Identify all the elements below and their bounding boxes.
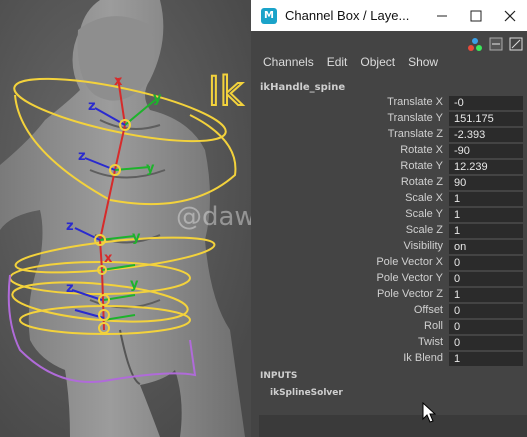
close-button[interactable] xyxy=(493,0,527,31)
channel-value-field[interactable]: 1 xyxy=(449,192,523,206)
menu-edit[interactable]: Edit xyxy=(327,55,348,75)
minimize-button[interactable] xyxy=(425,0,459,31)
viewport-3d[interactable]: y y y y z z z z x x Ik @dawn_arc xyxy=(0,0,251,437)
channel-row[interactable]: Translate Z -2.393 xyxy=(251,128,527,143)
channel-value-field[interactable]: 90 xyxy=(449,176,523,190)
channel-label[interactable]: Scale Z xyxy=(406,224,443,236)
node-name[interactable]: ikHandle_spine xyxy=(260,82,345,93)
channel-row[interactable]: Translate X -0 xyxy=(251,96,527,111)
z-label-3: z xyxy=(66,219,74,234)
channel-label[interactable]: Ik Blend xyxy=(403,352,443,364)
channel-label[interactable]: Translate Z xyxy=(388,128,443,140)
x-label-2: x xyxy=(104,251,113,266)
z-label-4: z xyxy=(66,281,74,296)
channel-row[interactable]: Scale Z 1 xyxy=(251,224,527,239)
channel-box-icon[interactable] xyxy=(467,36,483,55)
channel-label[interactable]: Offset xyxy=(414,304,443,316)
channel-label[interactable]: Rotate X xyxy=(400,144,443,156)
channel-row[interactable]: Scale Y 1 xyxy=(251,208,527,223)
channel-label[interactable]: Scale Y xyxy=(405,208,443,220)
channel-row[interactable]: Pole Vector Y 0 xyxy=(251,272,527,287)
y-label-2: y xyxy=(146,161,155,176)
window-title: Channel Box / Laye... xyxy=(285,8,410,23)
tool-settings-icon[interactable] xyxy=(509,36,523,55)
x-label-1: x xyxy=(114,74,123,89)
channel-value-field[interactable]: 1 xyxy=(449,224,523,238)
title-bar[interactable]: M Channel Box / Laye... xyxy=(251,0,527,31)
channel-row[interactable]: Pole Vector X 0 xyxy=(251,256,527,271)
channel-label[interactable]: Translate X xyxy=(387,96,443,108)
channel-label[interactable]: Translate Y xyxy=(387,112,443,124)
z-label-2: z xyxy=(78,149,86,164)
channel-label[interactable]: Twist xyxy=(418,336,443,348)
channel-row[interactable]: Translate Y 151.175 xyxy=(251,112,527,127)
menu-bar: Channels Edit Object Show xyxy=(251,55,527,75)
channel-value-field[interactable]: -2.393 xyxy=(449,128,523,142)
watermark: @dawn_arc xyxy=(176,202,251,232)
channel-value-field[interactable]: on xyxy=(449,240,523,254)
mouse-cursor-icon xyxy=(422,401,437,428)
channel-row[interactable]: Rotate Z 90 xyxy=(251,176,527,191)
channel-value-field[interactable]: -0 xyxy=(449,96,523,110)
channel-label[interactable]: Pole Vector Z xyxy=(377,288,443,300)
channel-label[interactable]: Pole Vector Y xyxy=(377,272,443,284)
layer-editor-area[interactable] xyxy=(259,415,527,437)
channel-value-field[interactable]: 1 xyxy=(449,208,523,222)
channel-box-panel: M Channel Box / Laye... Channels Edit Ob… xyxy=(251,0,527,437)
menu-channels[interactable]: Channels xyxy=(263,55,314,75)
channel-value-field[interactable]: 0 xyxy=(449,272,523,286)
y-label-1: y xyxy=(153,91,162,106)
channel-row[interactable]: Rotate X -90 xyxy=(251,144,527,159)
channel-row[interactable]: Offset 0 xyxy=(251,304,527,319)
channel-value-field[interactable]: 0 xyxy=(449,256,523,270)
channel-row[interactable]: Roll 0 xyxy=(251,320,527,335)
channel-row[interactable]: Pole Vector Z 1 xyxy=(251,288,527,303)
maya-icon: M xyxy=(261,7,277,24)
channel-row[interactable]: Ik Blend 1 xyxy=(251,352,527,367)
channel-label[interactable]: Roll xyxy=(424,320,443,332)
attribute-editor-icon[interactable] xyxy=(489,36,503,55)
inputs-header: INPUTS xyxy=(260,371,298,381)
channel-value-field[interactable]: 0 xyxy=(449,304,523,318)
menu-object[interactable]: Object xyxy=(360,55,395,75)
channel-value-field[interactable]: 1 xyxy=(449,352,523,366)
channel-value-field[interactable]: 1 xyxy=(449,288,523,302)
channel-value-field[interactable]: 12.239 xyxy=(449,160,523,174)
y-label-3: y xyxy=(132,230,141,245)
z-label-1: z xyxy=(88,99,96,114)
maximize-button[interactable] xyxy=(459,0,493,31)
channel-label[interactable]: Visibility xyxy=(403,240,443,252)
input-node-item[interactable]: ikSplineSolver xyxy=(270,388,343,398)
y-label-4: y xyxy=(130,277,139,292)
channel-label[interactable]: Pole Vector X xyxy=(376,256,443,268)
channel-value-field[interactable]: 0 xyxy=(449,336,523,350)
channel-value-field[interactable]: 151.175 xyxy=(449,112,523,126)
channel-row[interactable]: Twist 0 xyxy=(251,336,527,351)
channel-label[interactable]: Rotate Y xyxy=(400,160,443,172)
ik-text-label: Ik xyxy=(208,69,244,115)
channel-label[interactable]: Rotate Z xyxy=(401,176,443,188)
channel-row[interactable]: Visibility on xyxy=(251,240,527,255)
channel-row[interactable]: Scale X 1 xyxy=(251,192,527,207)
channel-value-field[interactable]: 0 xyxy=(449,320,523,334)
channel-label[interactable]: Scale X xyxy=(405,192,443,204)
channel-row[interactable]: Rotate Y 12.239 xyxy=(251,160,527,175)
menu-show[interactable]: Show xyxy=(408,55,438,75)
channel-value-field[interactable]: -90 xyxy=(449,144,523,158)
